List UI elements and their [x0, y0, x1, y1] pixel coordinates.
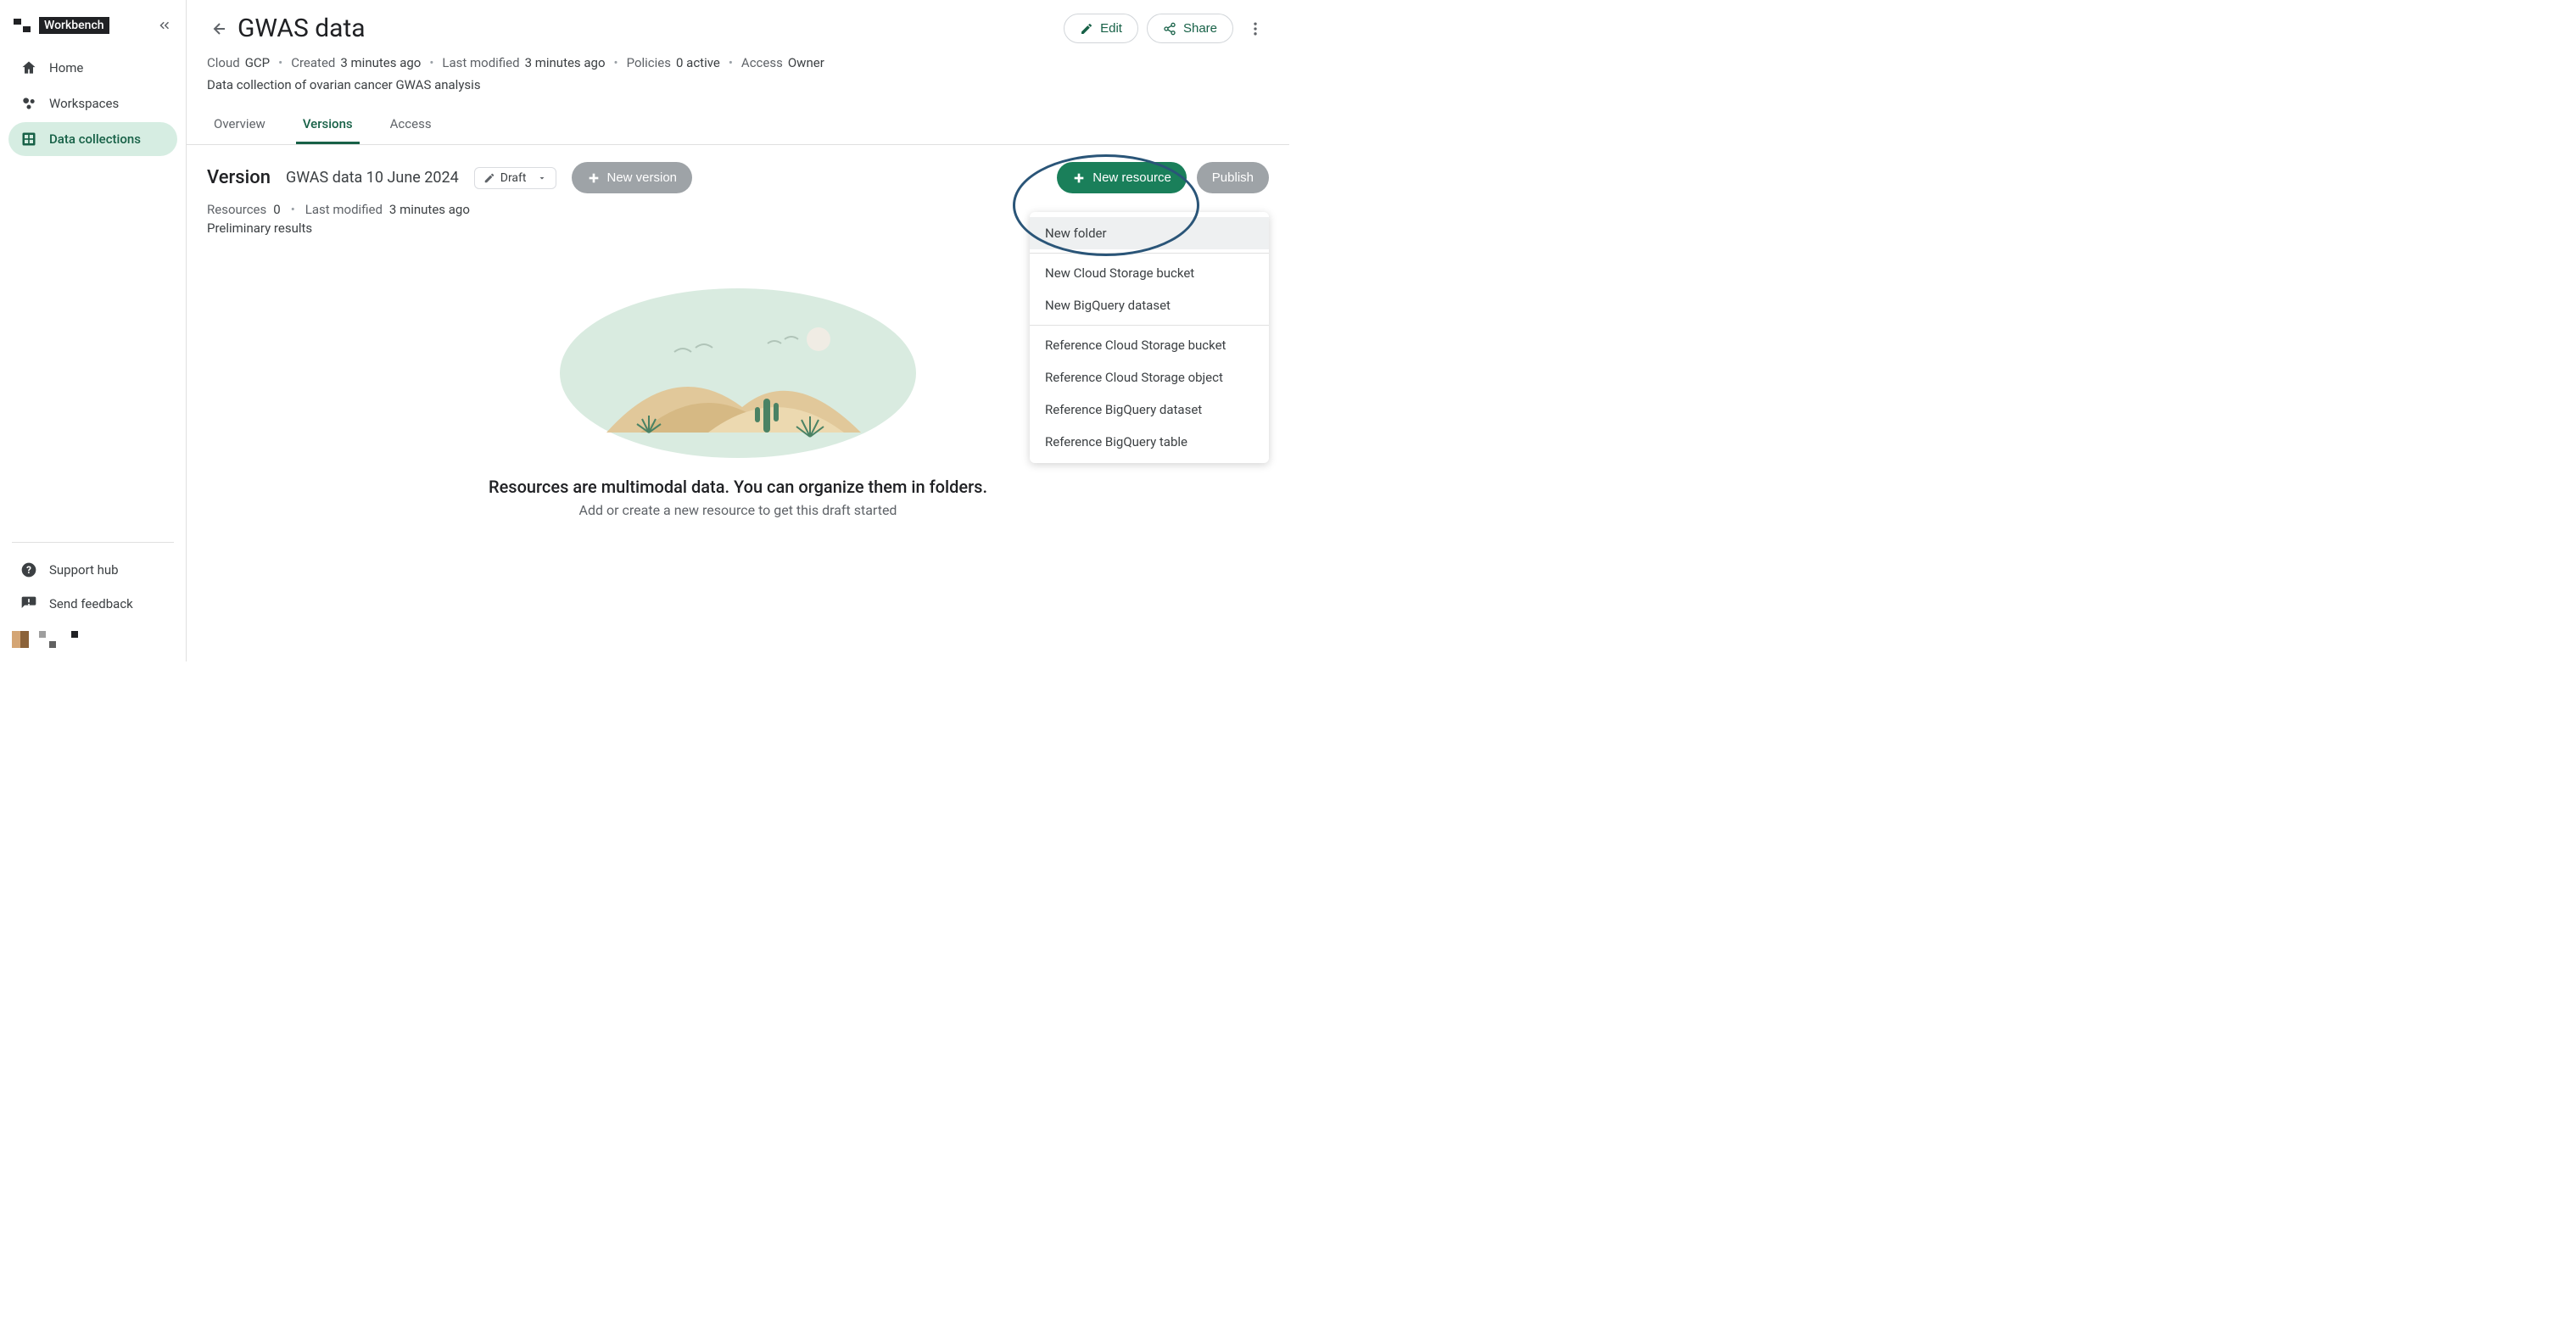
meta-row: Cloud GCP • Created 3 minutes ago • Last…: [207, 43, 1269, 74]
dropdown-ref-bq-table[interactable]: Reference BigQuery table: [1030, 426, 1269, 458]
nav-data-collections-label: Data collections: [49, 131, 141, 147]
version-name: GWAS data 10 June 2024: [286, 169, 459, 187]
edit-button[interactable]: Edit: [1064, 14, 1138, 43]
empty-title: Resources are multimodal data. You can o…: [489, 477, 987, 497]
page-title: GWAS data: [237, 14, 366, 43]
empty-subtitle: Add or create a new resource to get this…: [579, 502, 897, 518]
dot-icon: •: [288, 202, 299, 217]
avatar-2[interactable]: [39, 631, 56, 648]
nav-workspaces-label: Workspaces: [49, 96, 119, 111]
chevron-down-icon: [537, 173, 547, 183]
dropdown-ref-bucket[interactable]: Reference Cloud Storage bucket: [1030, 329, 1269, 361]
tab-access[interactable]: Access: [383, 106, 439, 144]
dropdown-new-bucket[interactable]: New Cloud Storage bucket: [1030, 257, 1269, 289]
sidebar-bottom: ? Support hub Send feedback: [8, 535, 177, 651]
dot-icon: •: [426, 55, 437, 70]
meta-created-label: Created: [291, 55, 335, 70]
desert-illustration-icon: [556, 280, 920, 458]
meta-policies-value: 0 active: [676, 55, 720, 70]
new-resource-button[interactable]: New resource: [1057, 162, 1187, 193]
share-label: Share: [1183, 21, 1217, 36]
plus-icon: [1072, 171, 1086, 185]
collection-description: Data collection of ovarian cancer GWAS a…: [207, 74, 1269, 101]
avatar-row: [8, 621, 177, 651]
version-status-chip[interactable]: Draft: [474, 167, 556, 189]
status-label: Draft: [500, 171, 527, 185]
avatar-3[interactable]: [66, 631, 83, 648]
meta-created-value: 3 minutes ago: [340, 55, 421, 70]
meta-policies-label: Policies: [627, 55, 671, 70]
version-row: Version GWAS data 10 June 2024 Draft New…: [207, 162, 1269, 193]
dropdown-new-folder[interactable]: New folder: [1030, 217, 1269, 249]
nav: Home Workspaces Data collections: [8, 51, 177, 156]
back-button[interactable]: [207, 19, 227, 39]
new-resource-dropdown: New folder New Cloud Storage bucket New …: [1030, 212, 1269, 463]
divider: [12, 542, 174, 543]
collapse-sidebar-icon[interactable]: [157, 18, 172, 33]
avatar-1[interactable]: [12, 631, 29, 648]
sidebar: Workbench Home Workspaces: [0, 0, 187, 662]
share-icon: [1163, 22, 1176, 36]
nav-send-feedback-label: Send feedback: [49, 596, 133, 611]
edit-label: Edit: [1100, 21, 1122, 36]
tabs: Overview Versions Access: [187, 106, 1289, 145]
data-collections-icon: [20, 131, 37, 148]
share-button[interactable]: Share: [1147, 14, 1233, 43]
meta-modified-value: 3 minutes ago: [525, 55, 606, 70]
meta-access-label: Access: [741, 55, 783, 70]
header-actions: Edit Share: [1064, 14, 1269, 43]
tab-versions[interactable]: Versions: [296, 106, 360, 144]
header: GWAS data Edit Share Cloud: [187, 0, 1289, 101]
nav-home[interactable]: Home: [8, 51, 177, 85]
draft-pencil-icon: [483, 172, 495, 184]
nav-data-collections[interactable]: Data collections: [8, 122, 177, 156]
dropdown-ref-object[interactable]: Reference Cloud Storage object: [1030, 361, 1269, 394]
home-icon: [20, 59, 37, 76]
new-version-button[interactable]: New version: [572, 162, 693, 193]
version-modified-label: Last modified: [305, 202, 383, 217]
brand-row: Workbench: [8, 10, 177, 51]
new-version-label: New version: [607, 170, 678, 185]
brand-logo-icon: [14, 19, 31, 32]
nav-support-hub[interactable]: ? Support hub: [8, 553, 177, 587]
feedback-icon: [20, 595, 37, 612]
main: GWAS data Edit Share Cloud: [187, 0, 1289, 662]
divider: [1030, 325, 1269, 326]
resources-label: Resources: [207, 202, 266, 217]
dropdown-ref-bq-dataset[interactable]: Reference BigQuery dataset: [1030, 394, 1269, 426]
meta-access-value: Owner: [788, 55, 824, 70]
version-actions: New resource Publish: [1057, 162, 1269, 193]
pencil-icon: [1080, 22, 1093, 36]
resources-count: 0: [273, 202, 280, 217]
more-menu-button[interactable]: [1242, 15, 1269, 42]
svg-text:?: ?: [26, 564, 31, 576]
brand-name: Workbench: [39, 17, 109, 34]
publish-button[interactable]: Publish: [1197, 162, 1269, 193]
divider: [1030, 253, 1269, 254]
nav-home-label: Home: [49, 60, 83, 75]
dot-icon: •: [725, 55, 736, 70]
dot-icon: •: [275, 55, 286, 70]
meta-cloud-value: GCP: [245, 55, 270, 70]
title-row: GWAS data Edit Share: [207, 14, 1269, 43]
workspaces-icon: [20, 95, 37, 112]
meta-cloud-label: Cloud: [207, 55, 240, 70]
version-heading: Version: [207, 167, 271, 188]
version-modified-value: 3 minutes ago: [389, 202, 470, 217]
plus-icon: [587, 171, 601, 185]
dropdown-new-bq-dataset[interactable]: New BigQuery dataset: [1030, 289, 1269, 321]
help-icon: ?: [20, 561, 37, 578]
nav-workspaces[interactable]: Workspaces: [8, 87, 177, 120]
new-resource-label: New resource: [1092, 170, 1171, 185]
meta-modified-label: Last modified: [442, 55, 519, 70]
nav-support-hub-label: Support hub: [49, 562, 119, 578]
tab-overview[interactable]: Overview: [207, 106, 272, 144]
dot-icon: •: [611, 55, 622, 70]
publish-label: Publish: [1212, 170, 1254, 185]
nav-send-feedback[interactable]: Send feedback: [8, 587, 177, 621]
